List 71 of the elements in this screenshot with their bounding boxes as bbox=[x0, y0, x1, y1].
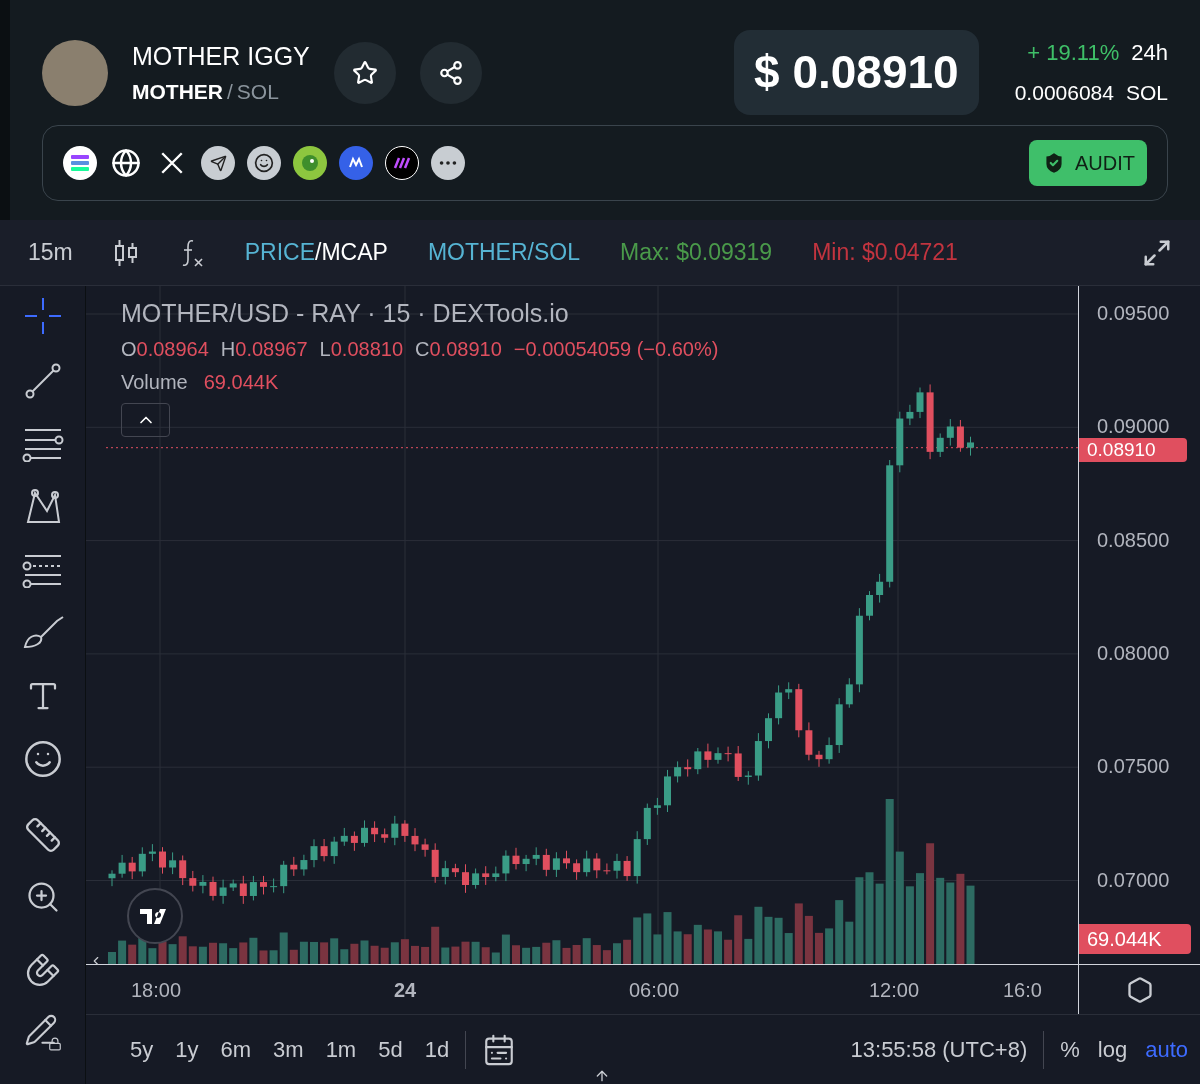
time-axis-label: 12:00 bbox=[869, 978, 920, 1003]
range-button[interactable]: 1m bbox=[325, 1033, 357, 1066]
ohlc-label: C bbox=[415, 337, 430, 363]
volume-tag: 69.044K bbox=[1079, 924, 1191, 954]
quote-symbol: SOL bbox=[236, 78, 279, 105]
price-axis-label: 0.09000 bbox=[1097, 414, 1170, 440]
time-axis-label: 18:00 bbox=[131, 978, 182, 1003]
crosshair-icon[interactable] bbox=[22, 296, 63, 336]
mode-tab[interactable]: PRICE bbox=[244, 235, 316, 270]
time-axis-label: 24 bbox=[394, 978, 417, 1003]
share-icon bbox=[437, 59, 464, 86]
m-logo-icon[interactable] bbox=[339, 146, 373, 180]
native-price: 0.0006084 bbox=[1014, 80, 1114, 107]
current-price-tag: 0.08910 bbox=[1079, 437, 1187, 462]
ruler-icon[interactable] bbox=[23, 816, 62, 854]
ohlc-value: 0.08910 bbox=[429, 337, 502, 363]
max-price: Max: $0.09319 bbox=[619, 238, 773, 268]
ohlc-label: O bbox=[121, 337, 137, 363]
price-axis-label: 0.08000 bbox=[1097, 640, 1170, 666]
ohlc-label: H bbox=[220, 337, 236, 363]
magnet-icon[interactable] bbox=[24, 952, 61, 988]
time-axis-label: 16:0 bbox=[1003, 978, 1042, 1003]
lock-drawing-icon[interactable] bbox=[23, 1013, 62, 1051]
mode-separator: / bbox=[315, 238, 322, 268]
scale-option[interactable]: auto bbox=[1145, 1033, 1188, 1066]
ohlc-value: 0.08964 bbox=[136, 337, 209, 363]
settings-icon[interactable] bbox=[1125, 975, 1154, 1004]
parallel-lines-icon[interactable] bbox=[20, 426, 65, 462]
token-symbol: MOTHER bbox=[132, 78, 223, 105]
native-unit: SOL bbox=[1125, 80, 1168, 107]
star-icon bbox=[351, 59, 378, 86]
token-name: MOTHER IGGY bbox=[132, 41, 310, 72]
mode-tab[interactable]: MCAP bbox=[321, 235, 388, 270]
arrow-up-icon[interactable] bbox=[594, 1068, 610, 1084]
paper-plane-icon[interactable] bbox=[201, 146, 235, 180]
volume-label: Volume bbox=[121, 370, 188, 396]
range-button[interactable]: 5y bbox=[130, 1033, 154, 1066]
range-button[interactable]: 5d bbox=[378, 1033, 403, 1066]
range-button[interactable]: 1d bbox=[424, 1033, 450, 1066]
range-button[interactable]: 6m bbox=[220, 1033, 252, 1066]
price-axis-label: 0.07000 bbox=[1097, 867, 1170, 893]
volume-value: 69.044K bbox=[203, 370, 279, 396]
fullscreen-icon[interactable] bbox=[1142, 237, 1172, 268]
price-axis-label: 0.07500 bbox=[1097, 754, 1170, 780]
more-icon[interactable] bbox=[431, 146, 465, 180]
ohlc-value: 0.08967 bbox=[235, 337, 308, 363]
ohlc-change: −0.00054059 (−0.60%) bbox=[513, 337, 719, 363]
gradient-stripes-icon[interactable] bbox=[63, 146, 97, 180]
price-axis-label: 0.08500 bbox=[1097, 527, 1170, 553]
candles-icon[interactable] bbox=[112, 237, 139, 268]
price-change: + 19.11% bbox=[1027, 39, 1120, 68]
pair-link[interactable]: MOTHER/SOL bbox=[427, 235, 580, 270]
chart-title: MOTHER/USD - RAY · 15 · DEXTools.io bbox=[121, 298, 570, 329]
audit-button[interactable]: AUDIT bbox=[1029, 140, 1147, 186]
ohlc-value: 0.08810 bbox=[330, 337, 404, 363]
scale-option[interactable]: log bbox=[1097, 1033, 1128, 1066]
clock-time: 13:55:58 (UTC+8) bbox=[850, 1036, 1028, 1064]
range-button[interactable]: 1y bbox=[175, 1033, 199, 1066]
interval-button[interactable]: 15m bbox=[28, 235, 73, 270]
usd-price: $ 0.08910 bbox=[734, 30, 979, 115]
change-period: 24h bbox=[1131, 39, 1168, 68]
price-axis-label: 0.09500 bbox=[1097, 301, 1170, 326]
range-button[interactable]: 3m bbox=[273, 1033, 304, 1066]
emoji-icon[interactable] bbox=[22, 739, 63, 779]
scale-option[interactable]: % bbox=[1060, 1033, 1080, 1066]
ohlc-label: L bbox=[319, 337, 331, 363]
min-price: Min: $0.04721 bbox=[812, 238, 958, 268]
chart-logo-icon[interactable] bbox=[127, 888, 183, 944]
globe-icon[interactable] bbox=[109, 146, 143, 180]
pair-separator: / bbox=[227, 78, 233, 105]
time-axis-label: 06:00 bbox=[629, 978, 680, 1003]
